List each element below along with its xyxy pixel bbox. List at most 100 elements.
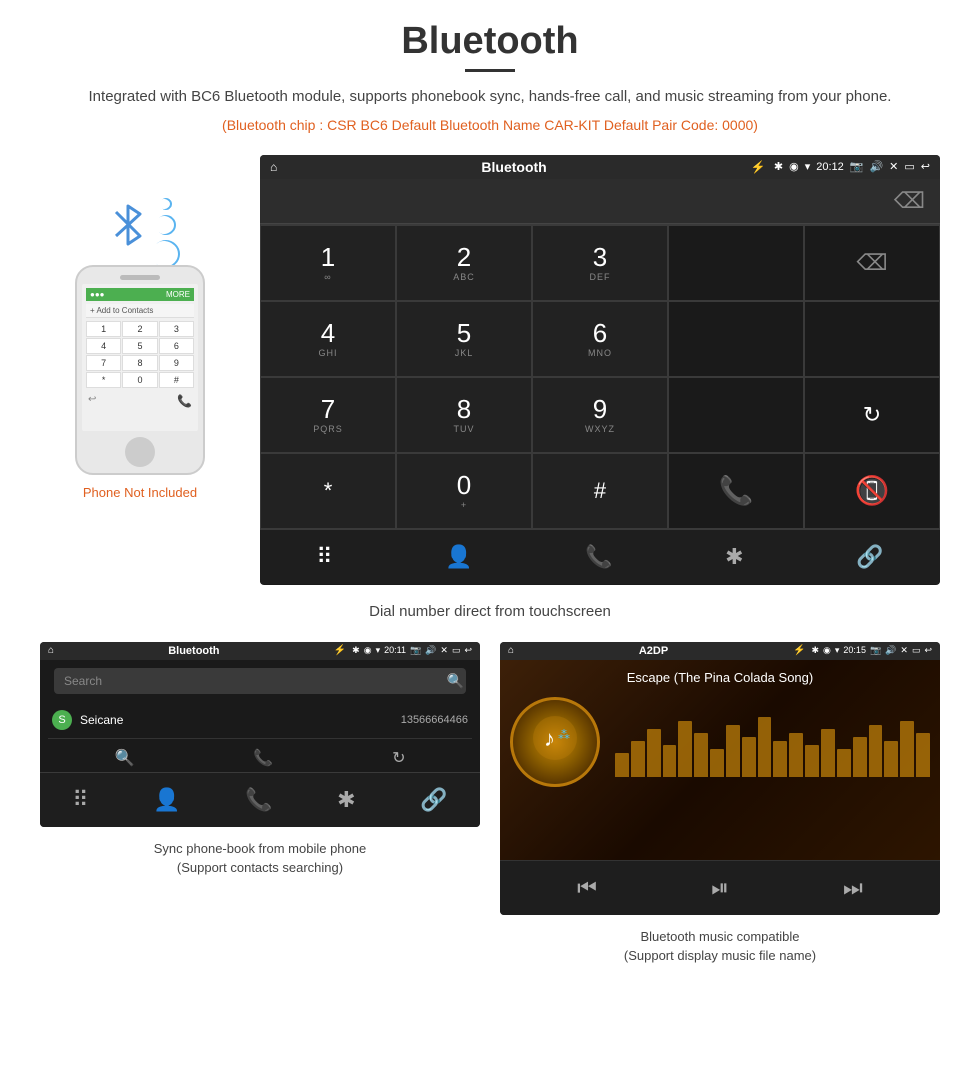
- key-8[interactable]: 8TUV: [396, 377, 532, 453]
- viz-bar: [805, 745, 819, 777]
- usb-icon: ⚡: [751, 160, 766, 174]
- home-icon: ⌂: [270, 160, 277, 174]
- phone-image: ●●●MORE + Add to Contacts 1 2 3 4 5 6 7 …: [75, 265, 205, 475]
- key-hash[interactable]: #: [532, 453, 668, 529]
- volume-status-icon: 🔊: [869, 160, 883, 173]
- toolbar-phone-icon[interactable]: 📞: [585, 544, 612, 570]
- music-visualizer: [615, 697, 930, 777]
- mini-key-3: 3: [159, 321, 194, 337]
- viz-bar: [694, 733, 708, 777]
- page-specs: (Bluetooth chip : CSR BC6 Default Blueto…: [40, 117, 940, 133]
- mu-status-icons: ✱ ◉ ▾ 20:15 📷 🔊 ✕ ▭ ↩: [811, 645, 932, 656]
- dialer-screen: ⌂ Bluetooth ⚡ ✱ ◉ ▾ 20:12 📷 🔊 ✕ ▭ ↩ ⌫ 1∞: [260, 155, 940, 585]
- phonebook-caption: Sync phone-book from mobile phone (Suppo…: [154, 839, 366, 878]
- pb-status-icons: ✱ ◉ ▾ 20:11 📷 🔊 ✕ ▭ ↩: [352, 645, 472, 656]
- phone-side: ●●●MORE + Add to Contacts 1 2 3 4 5 6 7 …: [40, 155, 240, 500]
- toolbar-link-icon[interactable]: 🔗: [856, 544, 883, 570]
- key-0[interactable]: 0+: [396, 453, 532, 529]
- signal-arcs: [160, 190, 180, 268]
- mini-key-1: 1: [86, 321, 121, 337]
- bluetooth-icon: [110, 200, 146, 259]
- mu-time: 20:15: [843, 645, 866, 656]
- mini-key-6: 6: [159, 338, 194, 354]
- pb-sidebar-search-icon[interactable]: 🔍: [114, 748, 134, 768]
- music-screen: ⌂ A2DP ⚡ ✱ ◉ ▾ 20:15 📷 🔊 ✕ ▭ ↩ Escape (T…: [500, 642, 940, 915]
- key-2[interactable]: 2ABC: [396, 225, 532, 301]
- pb-toolbar-bluetooth-icon[interactable]: ✱: [337, 787, 355, 813]
- back-status-icon: ↩: [921, 160, 930, 173]
- dialer-toolbar: ⠿ 👤 📞 ✱ 🔗: [260, 529, 940, 584]
- phone-label: Phone Not Included: [83, 485, 197, 500]
- dialer-app-title: Bluetooth: [285, 159, 743, 175]
- contact-list: S Seicane 13566664466: [40, 702, 480, 739]
- phone-add-contact: + Add to Contacts: [86, 304, 194, 318]
- album-art: ♪ ⁂: [510, 697, 600, 787]
- bluetooth-signal-graphic: [100, 185, 180, 255]
- key-call-green[interactable]: 📞: [668, 453, 804, 529]
- key-empty-1: [668, 225, 804, 301]
- key-empty-4: [668, 377, 804, 453]
- pb-toolbar-contacts-icon[interactable]: 👤: [153, 787, 180, 813]
- album-icon: ♪ ⁂: [530, 713, 580, 771]
- viz-bar: [853, 737, 867, 777]
- toolbar-bluetooth-icon[interactable]: ✱: [725, 544, 743, 570]
- contact-row[interactable]: S Seicane 13566664466: [48, 702, 472, 739]
- phonebook-status-bar: ⌂ Bluetooth ⚡ ✱ ◉ ▾ 20:11 📷 🔊 ✕ ▭ ↩: [40, 642, 480, 660]
- toolbar-contacts-icon[interactable]: 👤: [445, 544, 472, 570]
- mu-loc-icon: ◉: [823, 645, 831, 656]
- svg-text:⁂: ⁂: [558, 728, 570, 742]
- pb-sidebar-reload-icon[interactable]: ↻: [392, 748, 405, 768]
- viz-bar: [837, 749, 851, 777]
- pb-usb-icon: ⚡: [334, 645, 346, 656]
- play-pause-button[interactable]: ⏯: [711, 875, 729, 901]
- phone-screen: ●●●MORE + Add to Contacts 1 2 3 4 5 6 7 …: [82, 284, 198, 431]
- pb-sidebar-phone-icon[interactable]: 📞: [253, 748, 273, 768]
- key-1[interactable]: 1∞: [260, 225, 396, 301]
- key-backspace[interactable]: ⌫: [804, 225, 940, 301]
- pb-close-icon: ✕: [440, 645, 448, 656]
- music-content: Escape (The Pina Colada Song) ♪ ⁂: [500, 660, 940, 860]
- music-controls: ⏮ ⏯ ⏭: [500, 860, 940, 915]
- key-call-red[interactable]: 📵: [804, 453, 940, 529]
- key-5[interactable]: 5JKL: [396, 301, 532, 377]
- mini-key-star: *: [86, 372, 121, 388]
- key-9[interactable]: 9WXYZ: [532, 377, 668, 453]
- phonebook-section: ⌂ Bluetooth ⚡ ✱ ◉ ▾ 20:11 📷 🔊 ✕ ▭ ↩: [40, 642, 480, 966]
- close-status-icon: ✕: [889, 160, 898, 173]
- dial-caption: Dial number direct from touchscreen: [40, 603, 940, 620]
- pb-vol-icon: 🔊: [425, 645, 436, 656]
- mini-key-0: 0: [122, 372, 157, 388]
- mu-back-icon: ↩: [924, 645, 932, 656]
- mini-key-5: 5: [122, 338, 157, 354]
- title-underline: [465, 69, 515, 72]
- key-7[interactable]: 7PQRS: [260, 377, 396, 453]
- pb-loc-icon: ◉: [364, 645, 372, 656]
- contact-name: Seicane: [80, 713, 401, 727]
- key-star[interactable]: *: [260, 453, 396, 529]
- viz-bar: [647, 729, 661, 777]
- mini-key-hash: #: [159, 372, 194, 388]
- key-6[interactable]: 6MNO: [532, 301, 668, 377]
- bt-status-icon: ✱: [774, 160, 783, 173]
- next-button[interactable]: ⏭: [843, 875, 863, 901]
- key-reload[interactable]: ↻: [804, 377, 940, 453]
- mini-key-8: 8: [122, 355, 157, 371]
- pb-toolbar-link-icon[interactable]: 🔗: [420, 787, 447, 813]
- pb-toolbar-grid-icon[interactable]: ⠿: [72, 787, 88, 813]
- phonebook-screen: ⌂ Bluetooth ⚡ ✱ ◉ ▾ 20:11 📷 🔊 ✕ ▭ ↩: [40, 642, 480, 827]
- key-3[interactable]: 3DEF: [532, 225, 668, 301]
- key-4[interactable]: 4GHI: [260, 301, 396, 377]
- toolbar-grid-icon[interactable]: ⠿: [316, 544, 332, 570]
- pb-app-title: Bluetooth: [60, 645, 328, 657]
- viz-bar: [678, 721, 692, 777]
- prev-button[interactable]: ⏮: [577, 875, 597, 901]
- mini-key-4: 4: [86, 338, 121, 354]
- phonebook-toolbar: ⠿ 👤 📞 ✱ 🔗: [40, 772, 480, 827]
- mini-key-7: 7: [86, 355, 121, 371]
- pb-toolbar-phone-icon[interactable]: 📞: [245, 787, 272, 813]
- status-time: 20:12: [816, 161, 844, 173]
- phone-home-button: [125, 437, 155, 467]
- delete-button[interactable]: ⌫: [894, 188, 925, 214]
- viz-bar: [900, 721, 914, 777]
- phonebook-search-bar[interactable]: Search: [54, 668, 466, 694]
